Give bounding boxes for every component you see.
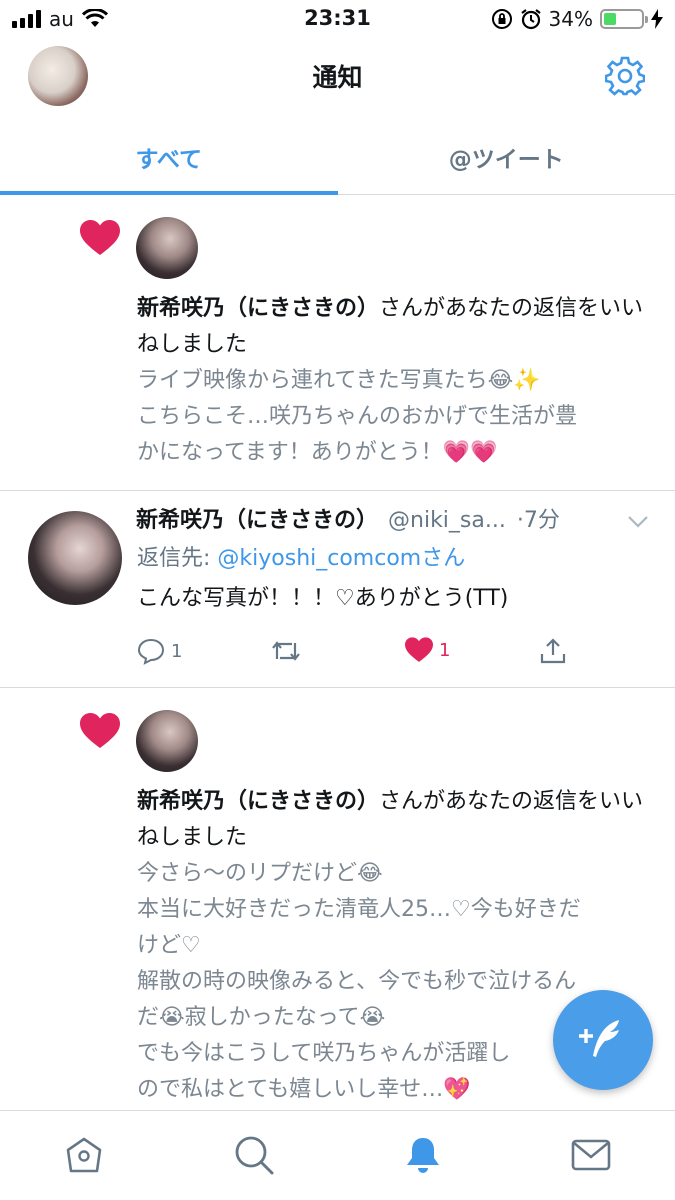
app-header: 通知 bbox=[0, 38, 675, 118]
tab-mentions[interactable]: @ツイート bbox=[338, 118, 675, 194]
compose-button[interactable] bbox=[553, 990, 653, 1090]
notification-feed[interactable]: 新希咲乃（にきさきの）さんがあなたの返信をいいねしました ライブ映像から連れてき… bbox=[0, 195, 675, 1110]
tweet-actions: 1 1 bbox=[137, 637, 577, 669]
reply-target-link[interactable]: @kiyoshi_comcom bbox=[217, 546, 421, 571]
quoted-line: 解散の時の映像みると、今でも秒で泣けるん bbox=[137, 969, 577, 994]
heart-icon bbox=[80, 220, 120, 255]
orientation-lock-icon bbox=[491, 9, 512, 29]
liker-avatar[interactable] bbox=[136, 710, 198, 772]
mail-icon[interactable] bbox=[569, 1133, 613, 1177]
battery-percent: 34% bbox=[548, 7, 593, 31]
like-button[interactable]: 1 bbox=[405, 637, 450, 663]
bell-icon[interactable] bbox=[401, 1133, 445, 1177]
notification-text: 新希咲乃（にきさきの）さんがあなたの返信をいいねしました bbox=[137, 784, 651, 856]
retweet-icon bbox=[272, 641, 300, 661]
like-count: 1 bbox=[439, 639, 451, 661]
page-title: 通知 bbox=[312, 63, 363, 92]
charging-bolt-icon bbox=[651, 9, 663, 29]
heart-icon bbox=[80, 713, 120, 748]
liker-name[interactable]: 新希咲乃（にきさきの） bbox=[137, 296, 379, 321]
reply-prefix: 返信先: bbox=[137, 546, 218, 571]
tweet-time: ·7分 bbox=[516, 508, 560, 533]
home-icon[interactable] bbox=[62, 1133, 106, 1177]
notification-text: 新希咲乃（にきさきの）さんがあなたの返信をいいねしました bbox=[137, 291, 651, 363]
quoted-line: ライブ映像から連れてきた写真たち😂✨ bbox=[137, 368, 541, 393]
quoted-line: 本当に大好きだった清竜人25…♡今も好きだ bbox=[137, 897, 581, 922]
reply-to-line: 返信先: @kiyoshi_comcomさん bbox=[137, 543, 465, 575]
quoted-line: けど♡ bbox=[137, 933, 201, 958]
compose-feather-icon bbox=[579, 1020, 619, 1057]
tweet[interactable]: 新希咲乃（にきさきの） @niki_sa... ·7分 返信先: @kiyoshi… bbox=[0, 491, 675, 688]
quoted-reply: ライブ映像から連れてきた写真たち😂✨ こちらこそ…咲乃ちゃんのおかげで生活が豊 … bbox=[137, 363, 651, 471]
alarm-icon bbox=[520, 9, 541, 30]
liker-name[interactable]: 新希咲乃（にきさきの） bbox=[137, 789, 379, 814]
retweet-button[interactable] bbox=[270, 637, 302, 665]
liker-avatar[interactable] bbox=[136, 217, 198, 279]
tab-all[interactable]: すべて bbox=[0, 118, 338, 195]
tweet-header: 新希咲乃（にきさきの） @niki_sa... ·7分 bbox=[136, 505, 651, 537]
reply-count: 1 bbox=[171, 640, 183, 662]
share-button[interactable] bbox=[539, 637, 567, 665]
quoted-line: こちらこそ…咲乃ちゃんのおかげで生活が豊 bbox=[137, 404, 578, 429]
battery-icon bbox=[600, 9, 648, 29]
quoted-line: かになってます！ありがとう！💗💗 bbox=[137, 440, 498, 465]
reply-suffix: さん bbox=[421, 546, 466, 571]
status-bar: au 23:31 34% bbox=[0, 0, 675, 38]
like-notification[interactable]: 新希咲乃（にきさきの）さんがあなたの返信をいいねしました ライブ映像から連れてき… bbox=[0, 195, 675, 491]
reply-icon bbox=[137, 638, 165, 665]
heart-filled-icon bbox=[405, 637, 433, 662]
author-name[interactable]: 新希咲乃（にきさきの） bbox=[136, 508, 378, 533]
share-icon bbox=[540, 638, 566, 664]
notification-tabs: すべて @ツイート bbox=[0, 118, 675, 195]
search-icon[interactable] bbox=[232, 1133, 276, 1177]
author-avatar[interactable] bbox=[28, 511, 122, 605]
reply-button[interactable]: 1 bbox=[137, 637, 182, 665]
author-handle: @niki_sa... bbox=[388, 508, 506, 533]
chevron-down-icon[interactable] bbox=[627, 515, 649, 529]
bottom-nav bbox=[0, 1110, 675, 1200]
tweet-text: こんな写真が！！！♡ありがとう(TT) bbox=[137, 586, 509, 611]
quoted-line: 今さら〜のリプだけど😂 bbox=[137, 861, 383, 886]
gear-icon[interactable] bbox=[605, 56, 645, 96]
